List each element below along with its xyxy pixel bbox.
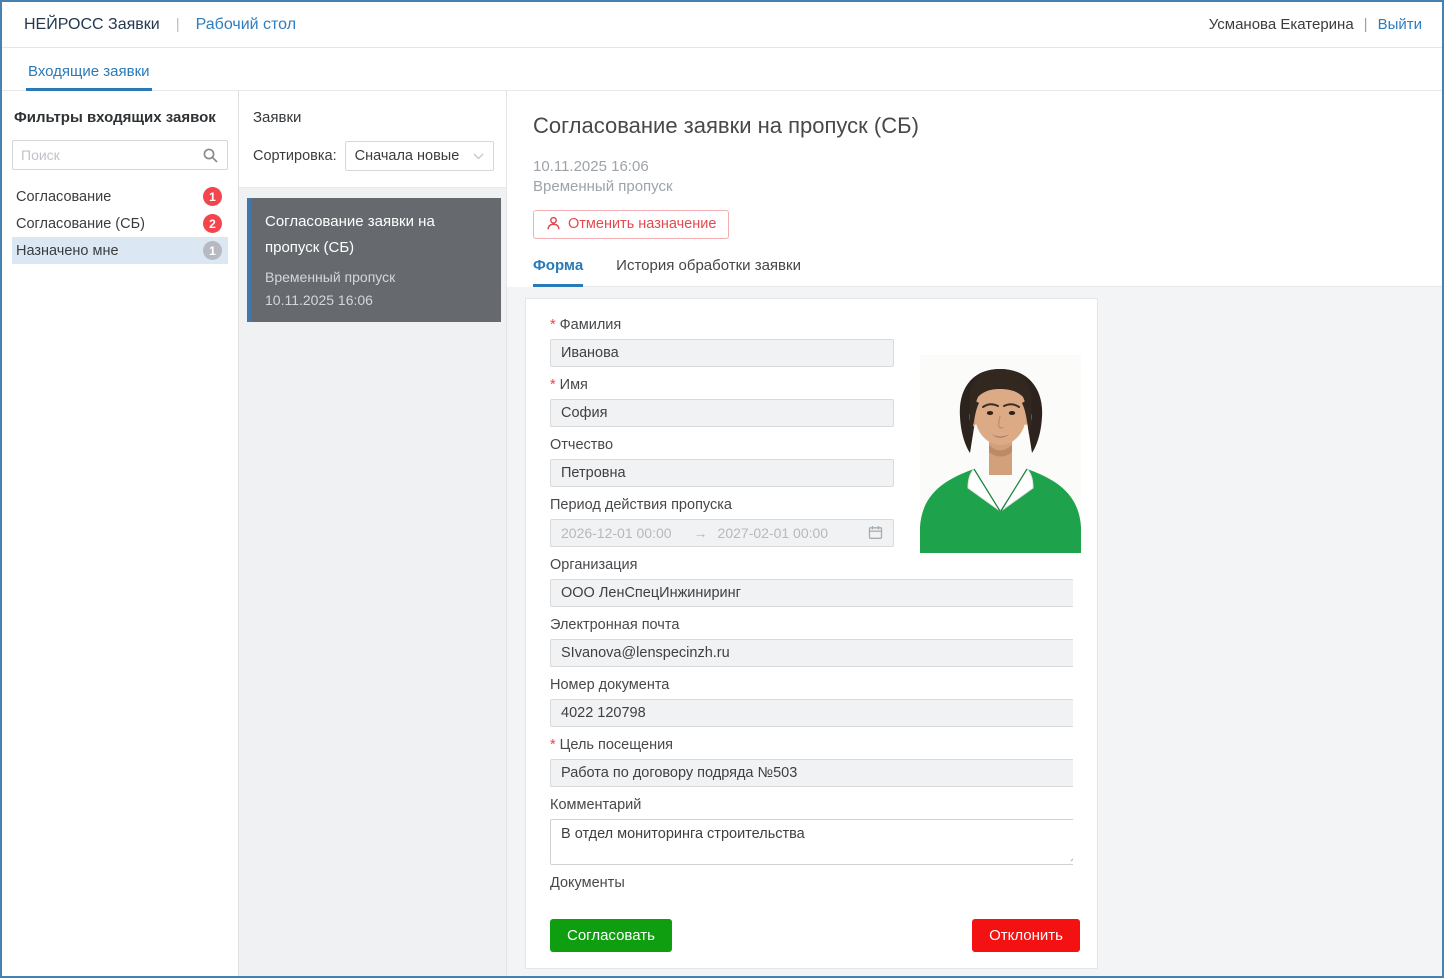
requests-list: Согласование заявки на пропуск (СБ) Врем… (239, 188, 506, 322)
search-input[interactable] (13, 141, 193, 169)
comment-wrap: В отдел мониторинга строительства (550, 819, 1073, 865)
sort-row: Сортировка: Сначала новые (253, 141, 494, 171)
organization-field[interactable] (550, 579, 1073, 607)
current-user-name: Усманова Екатерина (1209, 16, 1354, 33)
filter-item-assigned-to-me[interactable]: Назначено мне 1 (12, 237, 228, 264)
visit-purpose-label: *Цель посещения (550, 737, 1073, 753)
logout-link[interactable]: Выйти (1378, 16, 1422, 33)
sort-value: Сначала новые (355, 148, 460, 164)
workspace-link[interactable]: Рабочий стол (196, 16, 296, 34)
sort-select[interactable]: Сначала новые (345, 141, 494, 171)
main-tabstrip: Входящие заявки (2, 48, 1442, 91)
period-from: 2026-12-01 00:00 (561, 525, 672, 541)
email-label: Электронная почта (550, 617, 1073, 633)
organization-label: Организация (550, 557, 1073, 573)
page-title: Согласование заявки на пропуск (СБ) (533, 113, 1412, 139)
search-icon[interactable] (193, 141, 227, 169)
request-form-card: *Фамилия *Имя Отчество Период действия п… (525, 298, 1098, 970)
visit-purpose-field[interactable] (550, 759, 1073, 787)
comment-field[interactable]: В отдел мониторинга строительства (550, 819, 1073, 865)
comment-label: Комментарий (550, 797, 1073, 813)
filters-sidebar: Фильтры входящих заявок Согласование 1 С… (2, 91, 239, 976)
user-area: Усманова Екатерина | Выйти (1209, 16, 1422, 33)
cancel-assignment-button[interactable]: Отменить назначение (533, 210, 729, 239)
first-name-field[interactable] (550, 399, 894, 427)
request-detail-header: Согласование заявки на пропуск (СБ) 10.1… (507, 91, 1442, 287)
filter-search (12, 140, 228, 170)
filter-item-approval[interactable]: Согласование 1 (12, 183, 228, 210)
last-name-label: *Фамилия (550, 317, 1073, 333)
period-to: 2027-02-01 00:00 (718, 525, 829, 541)
tab-history[interactable]: История обработки заявки (616, 257, 801, 286)
header-separator: | (176, 16, 180, 33)
count-badge: 1 (203, 187, 222, 206)
range-arrow-icon: → (694, 525, 708, 541)
request-type: Временный пропуск (533, 177, 1412, 197)
tab-incoming-requests[interactable]: Входящие заявки (26, 63, 152, 90)
person-icon (546, 216, 561, 231)
tab-form[interactable]: Форма (533, 257, 583, 286)
form-tab-panel: *Фамилия *Имя Отчество Период действия п… (507, 287, 1442, 977)
middle-name-field[interactable] (550, 459, 894, 487)
document-number-label: Номер документа (550, 677, 1073, 693)
required-mark: * (550, 317, 556, 333)
request-detail: Согласование заявки на пропуск (СБ) 10.1… (507, 91, 1442, 976)
approve-button[interactable]: Согласовать (550, 919, 672, 952)
request-card-datetime: 10.11.2025 16:06 (265, 292, 487, 308)
applicant-photo (920, 355, 1081, 553)
required-mark: * (550, 377, 556, 393)
calendar-icon[interactable] (868, 525, 883, 540)
reject-button[interactable]: Отклонить (972, 919, 1080, 952)
request-card-title: Согласование заявки на пропуск (СБ) (265, 209, 487, 260)
request-card-type: Временный пропуск (265, 268, 487, 288)
email-field[interactable] (550, 639, 1073, 667)
filter-label: Назначено мне (16, 243, 119, 259)
pass-period-field[interactable]: 2026-12-01 00:00 → 2027-02-01 00:00 (550, 519, 894, 547)
request-card-selected[interactable]: Согласование заявки на пропуск (СБ) Врем… (247, 198, 501, 322)
requests-list-header: Заявки Сортировка: Сначала новые (239, 91, 506, 188)
top-bar: НЕЙРОСС Заявки | Рабочий стол Усманова Е… (2, 2, 1442, 48)
count-badge: 1 (203, 241, 222, 260)
content-area: Фильтры входящих заявок Согласование 1 С… (2, 91, 1442, 976)
last-name-field[interactable] (550, 339, 894, 367)
required-mark: * (550, 737, 556, 753)
form-actions: Согласовать Отклонить (550, 905, 1080, 952)
filters-title: Фильтры входящих заявок (14, 109, 228, 126)
app-window: НЕЙРОСС Заявки | Рабочий стол Усманова Е… (0, 0, 1444, 978)
filter-label: Согласование (16, 189, 111, 205)
request-datetime: 10.11.2025 16:06 (533, 157, 1412, 177)
filter-label: Согласование (СБ) (16, 216, 145, 232)
filter-item-approval-sb[interactable]: Согласование (СБ) 2 (12, 210, 228, 237)
requests-title: Заявки (253, 109, 494, 126)
chevron-down-icon (473, 153, 484, 160)
documents-label: Документы (550, 875, 1073, 891)
documents-empty-value: - (550, 897, 1073, 906)
user-separator: | (1364, 16, 1368, 33)
requests-list-column: Заявки Сортировка: Сначала новые (239, 91, 507, 976)
count-badge: 2 (203, 214, 222, 233)
sort-label: Сортировка: (253, 148, 337, 164)
cancel-assignment-label: Отменить назначение (568, 216, 716, 232)
detail-tabs: Форма История обработки заявки (533, 257, 1442, 287)
app-title: НЕЙРОСС Заявки (24, 16, 160, 34)
document-number-field[interactable] (550, 699, 1073, 727)
